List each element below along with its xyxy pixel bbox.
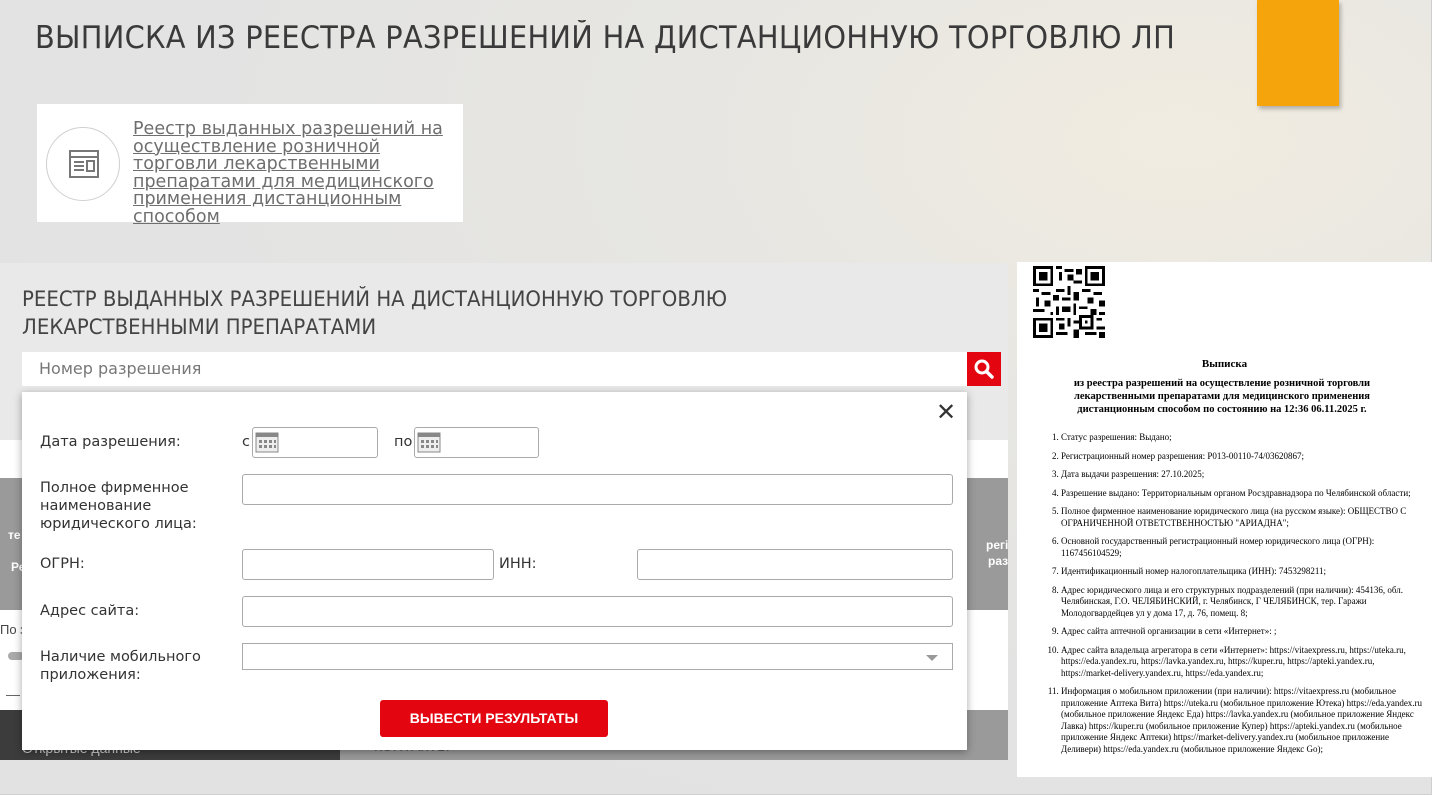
- extract-item: Разрешение выдано: Территориальным орган…: [1061, 488, 1426, 500]
- extract-subtitle: из реестра разрешений на осуществление р…: [1073, 378, 1371, 415]
- mobile-app-select[interactable]: [242, 643, 953, 670]
- mobile-app-label: Наличие мобильного приложения:: [40, 649, 201, 683]
- date-to-prefix: по: [394, 434, 413, 450]
- extract-item: Полное фирменное наименование юридическо…: [1061, 506, 1426, 529]
- chevron-down-icon: [926, 655, 938, 661]
- filter-modal: ✕ Дата разрешения: с по Полное фирменное…: [22, 392, 967, 750]
- accent-tab: [1257, 0, 1339, 106]
- company-name-field[interactable]: [242, 474, 953, 505]
- search-input[interactable]: Номер разрешения: [22, 352, 967, 386]
- bg-col-fragment: разі: [988, 554, 1008, 568]
- registry-icon-circle: [46, 127, 120, 201]
- bg-divider: [6, 695, 20, 696]
- extract-item: Адрес сайта аптечной организации в сети …: [1061, 626, 1426, 638]
- date-from-field[interactable]: [252, 427, 378, 458]
- extract-item: Адрес юридического лица и его структурны…: [1061, 585, 1426, 620]
- extract-item: Основной государственный регистрационный…: [1061, 536, 1426, 559]
- site-label: Адрес сайта:: [40, 603, 140, 619]
- qr-code-icon: [1033, 266, 1105, 338]
- extract-document: Выписка из реестра разрешений на осущест…: [1017, 262, 1432, 777]
- submit-button[interactable]: ВЫВЕСТИ РЕЗУЛЬТАТЫ: [380, 700, 608, 737]
- slide-title: ВЫПИСКА ИЗ РЕЕСТРА РАЗРЕШЕНИЙ НА ДИСТАНЦ…: [35, 20, 1176, 56]
- date-from-prefix: с: [242, 434, 250, 450]
- extract-items: Статус разрешения: Выдано; Регистрационн…: [1051, 432, 1426, 762]
- calendar-icon[interactable]: [417, 431, 441, 453]
- registry-link[interactable]: Реестр выданных разрешений на осуществле…: [133, 120, 453, 226]
- calendar-icon[interactable]: [255, 431, 279, 453]
- bg-col-fragment: те: [8, 528, 21, 542]
- date-to-field[interactable]: [414, 427, 539, 458]
- inn-label: ИНН:: [499, 556, 537, 572]
- extract-item: Адрес сайта владельца агрегатора в сети …: [1061, 645, 1426, 680]
- extract-item: Регистрационный номер разрешения: Р013-0…: [1061, 451, 1426, 463]
- registry-link-card[interactable]: Реестр выданных разрешений на осуществле…: [37, 104, 463, 225]
- ogrn-field[interactable]: [242, 549, 494, 580]
- document-browser-icon: [69, 150, 99, 178]
- date-label: Дата разрешения:: [40, 434, 181, 450]
- registry-page: РЕЕСТР ВЫДАННЫХ РАЗРЕШЕНИЙ НА ДИСТАНЦИОН…: [0, 263, 1008, 760]
- bg-col-fragment: регі: [986, 538, 1008, 552]
- extract-item: Дата выдачи разрешения: 27.10.2025;: [1061, 469, 1426, 481]
- inn-field[interactable]: [637, 549, 953, 580]
- registry-heading: РЕЕСТР ВЫДАННЫХ РАЗРЕШЕНИЙ НА ДИСТАНЦИОН…: [22, 287, 728, 339]
- ogrn-label: ОГРН:: [40, 556, 85, 572]
- extract-item: Информация о мобильном приложении (при н…: [1061, 686, 1426, 755]
- extract-item: Статус разрешения: Выдано;: [1061, 432, 1426, 444]
- extract-title: Выписка: [1201, 358, 1248, 370]
- site-field[interactable]: [242, 596, 953, 627]
- search-button[interactable]: [967, 352, 1001, 386]
- search-icon: [974, 359, 994, 379]
- close-icon[interactable]: ✕: [936, 398, 956, 427]
- company-name-label: Полное фирменное наименование юридическо…: [40, 480, 197, 532]
- extract-item: Идентификационный номер налогоплательщик…: [1061, 566, 1426, 578]
